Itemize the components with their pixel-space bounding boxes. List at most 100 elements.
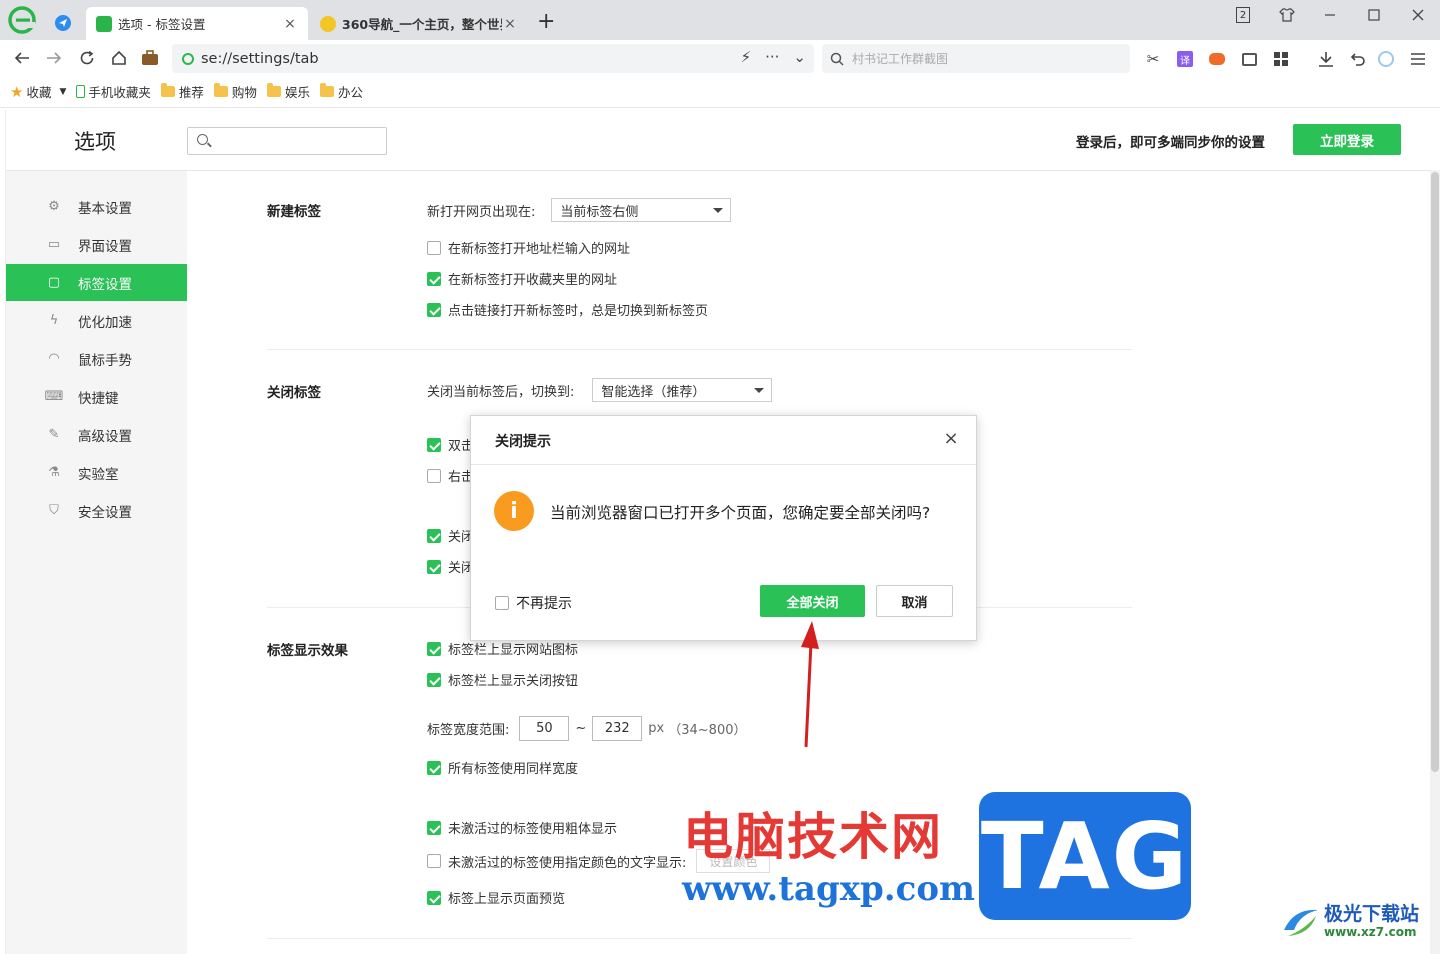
section-divider bbox=[267, 349, 1132, 350]
apps-grid-icon[interactable] bbox=[1271, 49, 1291, 69]
tab-360-nav[interactable]: 360导航_一个主页，整个世界 × bbox=[310, 7, 528, 40]
folder-icon bbox=[319, 83, 334, 97]
tab-close-icon[interactable]: × bbox=[502, 16, 518, 32]
sidebar-item-lab[interactable]: ⚗ 实验室 bbox=[6, 454, 187, 491]
wrench-icon bbox=[96, 15, 112, 32]
sidebar-item-acceleration[interactable]: ϟ 优化加速 bbox=[6, 302, 187, 339]
settings-search-input[interactable] bbox=[187, 127, 387, 155]
checkbox[interactable] bbox=[427, 641, 441, 656]
option-row[interactable]: 关闭 bbox=[427, 526, 474, 545]
checkbox[interactable] bbox=[427, 528, 441, 543]
search-input[interactable]: 村书记工作群截图 bbox=[822, 44, 1130, 73]
setting-label: 关闭当前标签后，切换到: bbox=[427, 384, 575, 400]
scissors-icon[interactable]: ✂ bbox=[1143, 49, 1163, 69]
bookmark-folder[interactable]: 购物 bbox=[213, 82, 257, 101]
sidebar-item-label: 实验室 bbox=[78, 466, 119, 483]
close-window-icon[interactable] bbox=[1405, 4, 1431, 26]
option-row[interactable]: 在新标签打开收藏夹里的网址 bbox=[427, 269, 617, 288]
bookmark-folder[interactable]: 推荐 bbox=[160, 82, 204, 101]
close-all-button[interactable]: 全部关闭 bbox=[760, 585, 865, 617]
option-row[interactable]: 在新标签打开地址栏输入的网址 bbox=[427, 238, 630, 257]
url-text[interactable]: se://settings/tab bbox=[201, 51, 319, 67]
tab-settings[interactable]: 选项 - 标签设置 × bbox=[86, 7, 308, 40]
width-min-input[interactable]: 50 bbox=[519, 716, 570, 741]
dont-remind-option[interactable]: 不再提示 bbox=[495, 593, 572, 613]
close-switch-select[interactable]: 智能选择（推荐） bbox=[592, 378, 773, 402]
option-row[interactable]: 标签栏上显示关闭按钮 bbox=[427, 670, 578, 689]
chevron-down-icon[interactable]: ⌄ bbox=[793, 48, 806, 66]
forward-icon[interactable] bbox=[42, 46, 66, 70]
sidebar-item-mouse-gesture[interactable]: ◠ 鼠标手势 bbox=[6, 340, 187, 377]
checkbox[interactable] bbox=[427, 468, 441, 483]
sidebar-item-security[interactable]: ⛉ 安全设置 bbox=[6, 492, 187, 529]
select-value: 当前标签右侧 bbox=[560, 204, 639, 220]
maximize-icon[interactable] bbox=[1361, 4, 1387, 26]
tab-close-icon[interactable]: × bbox=[282, 16, 298, 32]
new-tab-position-select[interactable]: 当前标签右侧 bbox=[551, 198, 732, 222]
width-unit: px bbox=[648, 721, 665, 736]
sidebar-item-label: 高级设置 bbox=[78, 428, 132, 445]
option-row[interactable]: 标签栏上显示网站图标 bbox=[427, 639, 578, 658]
folder-icon bbox=[160, 83, 175, 97]
translate-icon[interactable]: 译 bbox=[1175, 49, 1195, 69]
setting-label: 标签宽度范围: bbox=[427, 723, 510, 738]
sidebar-item-shortcuts[interactable]: ⌨ 快捷键 bbox=[6, 378, 187, 415]
checkbox[interactable] bbox=[495, 596, 509, 610]
lightning-icon: ϟ bbox=[49, 313, 59, 328]
more-icon[interactable]: ··· bbox=[765, 48, 779, 66]
menu-icon[interactable] bbox=[1408, 49, 1428, 69]
option-row[interactable]: 点击链接打开新标签时，总是切换到新标签页 bbox=[427, 300, 708, 319]
option-row[interactable]: 关闭 bbox=[427, 557, 474, 576]
checkbox[interactable] bbox=[427, 672, 441, 687]
skin-icon[interactable] bbox=[1274, 4, 1300, 26]
pinned-tab[interactable] bbox=[48, 8, 78, 38]
home-icon[interactable] bbox=[107, 46, 131, 70]
reload-icon[interactable] bbox=[75, 46, 99, 70]
scrollbar-thumb[interactable] bbox=[1431, 172, 1439, 772]
bookmark-folder[interactable]: 办公 bbox=[319, 82, 363, 101]
undo-icon[interactable] bbox=[1348, 49, 1368, 69]
sidebar-item-advanced[interactable]: ✎ 高级设置 bbox=[6, 416, 187, 453]
address-bar[interactable]: se://settings/tab ⚡ ··· ⌄ bbox=[172, 44, 814, 73]
option-row[interactable]: 所有标签使用同样宽度 bbox=[427, 758, 578, 777]
width-max-input[interactable]: 232 bbox=[592, 716, 643, 741]
back-icon[interactable] bbox=[10, 46, 34, 70]
sidebar-item-basic[interactable]: ⚙ 基本设置 bbox=[6, 188, 187, 225]
option-row[interactable]: 双击 bbox=[427, 435, 474, 454]
tab-strip: 选项 - 标签设置 × 360导航_一个主页，整个世界 × + 2 bbox=[0, 0, 1440, 40]
bookmark-folder[interactable]: 娱乐 bbox=[266, 82, 310, 101]
tab-count-button[interactable]: 2 bbox=[1230, 4, 1256, 26]
option-row[interactable]: 右击 bbox=[427, 466, 474, 485]
option-row[interactable]: 未激活过的标签使用粗体显示 bbox=[427, 818, 617, 837]
checkbox[interactable] bbox=[427, 302, 441, 317]
close-icon[interactable]: × bbox=[941, 428, 961, 449]
bookmark-favorites[interactable]: ★ 收藏 ▼ bbox=[10, 82, 66, 101]
checkbox[interactable] bbox=[427, 890, 441, 905]
browser-logo-icon[interactable] bbox=[8, 6, 36, 34]
option-row[interactable]: 标签上显示页面预览 bbox=[427, 888, 565, 907]
sidebar-item-interface[interactable]: ▭ 界面设置 bbox=[6, 226, 187, 263]
checkbox[interactable] bbox=[427, 271, 441, 286]
bookmark-mobile[interactable]: 手机收藏夹 bbox=[76, 82, 151, 101]
cancel-button[interactable]: 取消 bbox=[876, 585, 953, 617]
minimize-icon[interactable] bbox=[1317, 4, 1343, 26]
sidebar-item-tabs[interactable]: ▢ 标签设置 bbox=[6, 264, 187, 301]
checkbox[interactable] bbox=[427, 559, 441, 574]
checkbox[interactable] bbox=[427, 240, 441, 255]
phone-icon bbox=[76, 85, 86, 98]
checkbox[interactable] bbox=[427, 437, 441, 452]
page-scrollbar[interactable] bbox=[1430, 170, 1440, 954]
download-icon[interactable] bbox=[1316, 49, 1336, 69]
checkbox[interactable] bbox=[427, 760, 441, 775]
avatar[interactable] bbox=[1376, 49, 1396, 69]
checkbox[interactable] bbox=[427, 854, 441, 868]
game-icon[interactable] bbox=[1207, 49, 1227, 69]
lightning-icon[interactable]: ⚡ bbox=[741, 48, 752, 66]
sidebar-item-label: 快捷键 bbox=[78, 390, 119, 407]
login-button[interactable]: 立即登录 bbox=[1293, 124, 1401, 155]
new-tab-button[interactable]: + bbox=[537, 9, 555, 35]
checkbox[interactable] bbox=[427, 820, 441, 835]
annotation-arrow bbox=[801, 621, 819, 748]
toolbox-icon[interactable] bbox=[138, 46, 162, 70]
reader-icon[interactable] bbox=[1239, 49, 1259, 69]
